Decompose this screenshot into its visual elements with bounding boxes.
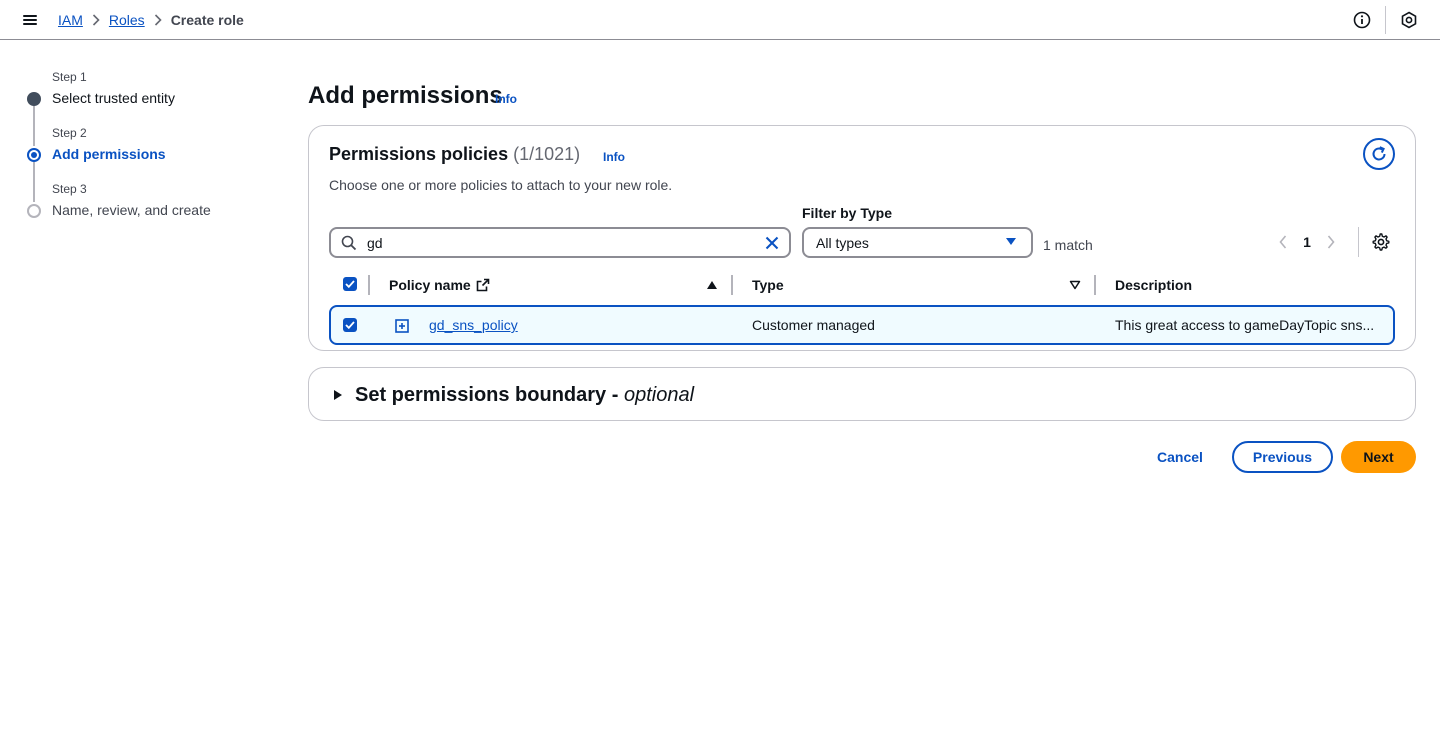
step-1[interactable]: Step 1 Select trusted entity [24,70,284,116]
policies-title: Permissions policies [329,144,509,164]
step-title: Select trusted entity [52,90,175,106]
page-number[interactable]: 1 [1293,234,1321,250]
step-number: Step 2 [52,126,87,140]
step-2: Step 2 Add permissions [24,126,284,172]
info-circle-icon[interactable] [1352,10,1372,30]
policy-description: This great access to gameDayTopic sns... [1115,317,1375,333]
boundary-title-text: Set permissions boundary - [355,384,624,406]
caret-right-icon [334,390,342,400]
page-title: Add permissions [308,82,503,109]
filter-type-value: All types [816,235,869,251]
sort-ascending-icon[interactable] [706,280,718,290]
step-current-icon [27,148,41,162]
step-title: Name, review, and create [52,202,211,218]
permissions-boundary-expander[interactable]: Set permissions boundary - optional [308,367,1416,421]
filter-type-select[interactable]: All types [802,227,1033,258]
gear-icon[interactable] [1371,232,1391,252]
cancel-button[interactable]: Cancel [1145,441,1215,473]
search-input[interactable]: gd [329,227,791,258]
top-navigation-bar: IAM Roles Create role [0,0,1440,40]
breadcrumb-iam-link[interactable]: IAM [58,12,83,28]
policy-type: Customer managed [752,317,875,333]
breadcrumb-roles-link[interactable]: Roles [109,12,145,28]
column-divider [368,275,370,295]
column-header-label: Type [752,277,784,293]
row-checkbox[interactable] [343,318,357,332]
breadcrumb-current: Create role [170,12,244,28]
table-row[interactable]: gd_sns_policy Customer managed This grea… [329,305,1395,345]
policies-count: (1/1021) [513,144,581,164]
chevron-left-icon[interactable] [1273,232,1293,252]
policy-name-link[interactable]: gd_sns_policy [429,317,518,333]
refresh-icon [1372,146,1386,161]
column-divider [731,275,733,295]
clear-icon[interactable] [763,234,781,252]
boundary-optional: optional [623,384,695,406]
page-info-link[interactable]: Info [495,92,517,106]
select-all-checkbox[interactable] [343,277,357,291]
policies-heading: Permissions policies (1/1021) [329,144,580,165]
column-header-policy-name[interactable]: Policy name [389,273,490,297]
step-number: Step 1 [52,70,87,84]
step-number: Step 3 [52,182,87,196]
chevron-right-icon [145,14,171,26]
column-divider [1094,275,1096,295]
pagination-divider [1358,227,1359,257]
caret-down-icon [1006,238,1016,245]
pagination: 1 [1273,228,1341,256]
match-count: 1 match [1043,237,1093,253]
policies-info-link[interactable]: Info [603,150,625,164]
column-header-type[interactable]: Type [752,273,784,297]
search-icon [341,235,357,251]
permissions-policies-container: Permissions policies (1/1021) Info Choos… [308,125,1416,351]
refresh-button[interactable] [1363,138,1395,170]
step-completed-icon [27,92,41,106]
search-value: gd [367,235,383,251]
next-button[interactable]: Next [1341,441,1416,473]
column-header-label: Policy name [389,277,471,293]
step-3: Step 3 Name, review, and create [24,182,284,228]
breadcrumb: IAM Roles Create role [58,10,244,30]
column-header-label: Description [1115,277,1193,293]
policies-description: Choose one or more policies to attach to… [329,177,673,193]
step-title: Add permissions [52,146,166,162]
menu-icon[interactable] [22,12,40,28]
expand-plus-icon[interactable] [395,319,409,333]
step-upcoming-icon [27,204,41,218]
column-header-description: Description [1115,273,1192,297]
previous-button[interactable]: Previous [1232,441,1333,473]
external-link-icon [476,278,490,292]
topbar-divider [1385,6,1386,34]
filter-by-type-label: Filter by Type [802,205,892,221]
chevron-right-icon[interactable] [1321,232,1341,252]
chevron-right-icon [83,14,109,26]
notification-icon[interactable] [1399,10,1419,30]
sort-descending-icon[interactable] [1069,280,1081,290]
boundary-title: Set permissions boundary - optional [355,384,694,407]
